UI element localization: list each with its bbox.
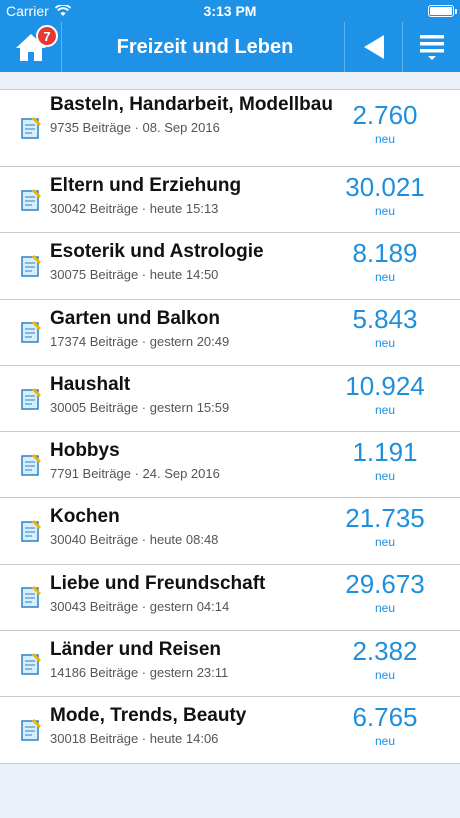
new-label: neu (374, 601, 396, 616)
forum-document-icon (21, 387, 41, 410)
forum-meta: 9735 Beiträge · 08. Sep 2016 (50, 120, 220, 135)
forum-row[interactable]: Länder und Reisen 14186 Beiträge · geste… (0, 631, 460, 698)
back-button[interactable] (344, 22, 402, 72)
forum-row[interactable]: Garten und Balkon 17374 Beiträge · geste… (0, 300, 460, 366)
forum-title: Haushalt (50, 373, 131, 395)
forum-title: Länder und Reisen (50, 639, 222, 661)
page-title: Freizeit und Leben (116, 35, 294, 58)
forum-list: Basteln, Handarbeit, Modellbau 9735 Beit… (0, 89, 460, 764)
new-post-count: 2.382 (352, 635, 418, 666)
battery-icon (428, 5, 457, 17)
forum-title: Liebe und Freundschaft (50, 572, 266, 594)
new-label: neu (374, 203, 396, 218)
forum-meta: 30005 Beiträge · gestern 15:59 (50, 399, 230, 415)
forum-title: Eltern und Erziehung (50, 175, 242, 196)
forum-document-icon (21, 188, 41, 211)
new-label: neu (374, 468, 396, 483)
navigation-bar: 7 Freizeit und Leben (0, 22, 460, 72)
forum-row[interactable]: Liebe und Freundschaft 30043 Beiträge · … (0, 565, 460, 632)
new-post-count: 29.673 (345, 569, 425, 600)
forum-document-icon (21, 520, 41, 542)
new-post-count: 8.189 (352, 237, 418, 268)
forum-row[interactable]: Basteln, Handarbeit, Modellbau 9735 Beit… (0, 89, 460, 167)
forum-title: Kochen (50, 506, 120, 528)
forum-document-icon (21, 586, 41, 609)
new-post-count: 2.760 (352, 100, 418, 130)
new-label: neu (374, 269, 396, 284)
new-post-count: 6.765 (352, 702, 418, 733)
notification-badge: 7 (36, 25, 58, 47)
forum-meta: 17374 Beiträge · gestern 20:49 (50, 333, 230, 349)
wifi-icon (54, 5, 71, 16)
new-label: neu (374, 132, 396, 146)
new-label: neu (374, 336, 396, 351)
status-bar: Carrier 3:13 PM (0, 0, 460, 22)
new-label: neu (374, 535, 396, 550)
new-label: neu (374, 667, 396, 682)
new-post-count: 30.021 (345, 171, 425, 202)
forum-row[interactable]: Hobbys 7791 Beiträge · 24. Sep 2016 1.19… (0, 432, 460, 499)
menu-icon (419, 35, 444, 60)
forum-document-icon (21, 254, 41, 277)
new-post-count: 1.191 (352, 436, 418, 467)
forum-meta: 30043 Beiträge · gestern 04:14 (50, 598, 230, 614)
home-button[interactable]: 7 (0, 22, 62, 72)
forum-title: Garten und Balkon (50, 307, 220, 329)
forum-meta: 14186 Beiträge · gestern 23:11 (50, 665, 229, 681)
back-arrow-icon (363, 35, 384, 59)
forum-row[interactable]: Esoterik und Astrologie 30075 Beiträge ·… (0, 233, 460, 300)
forum-meta: 30075 Beiträge · heute 14:50 (50, 267, 219, 283)
forum-document-icon (21, 453, 41, 476)
forum-title: Esoterik und Astrologie (50, 241, 264, 263)
forum-title: Hobbys (50, 440, 120, 462)
forum-row[interactable]: Haushalt 30005 Beiträge · gestern 15:59 … (0, 366, 460, 433)
forum-title: Mode, Trends, Beauty (50, 705, 247, 727)
forum-document-icon (21, 117, 41, 139)
forum-row[interactable]: Kochen 30040 Beiträge · heute 08:48 21.7… (0, 498, 460, 565)
forum-document-icon (21, 719, 41, 741)
forum-meta: 30018 Beiträge · heute 14:06 (50, 731, 219, 747)
forum-meta: 30040 Beiträge · heute 08:48 (50, 532, 219, 548)
new-post-count: 10.924 (345, 370, 425, 401)
forum-row[interactable]: Eltern und Erziehung 30042 Beiträge · he… (0, 167, 460, 234)
new-label: neu (374, 734, 396, 749)
forum-meta: 30042 Beiträge · heute 15:13 (50, 201, 219, 216)
new-label: neu (374, 402, 396, 417)
forum-meta: 7791 Beiträge · 24. Sep 2016 (50, 466, 220, 482)
menu-button[interactable] (402, 22, 460, 72)
forum-document-icon (21, 321, 41, 343)
forum-row[interactable]: Mode, Trends, Beauty 30018 Beiträge · he… (0, 697, 460, 764)
forum-document-icon (21, 652, 41, 675)
new-post-count: 5.843 (352, 304, 418, 335)
forum-title: Basteln, Handarbeit, Modellbau (50, 94, 333, 115)
new-post-count: 21.735 (345, 503, 425, 534)
carrier-label: Carrier (6, 3, 49, 19)
